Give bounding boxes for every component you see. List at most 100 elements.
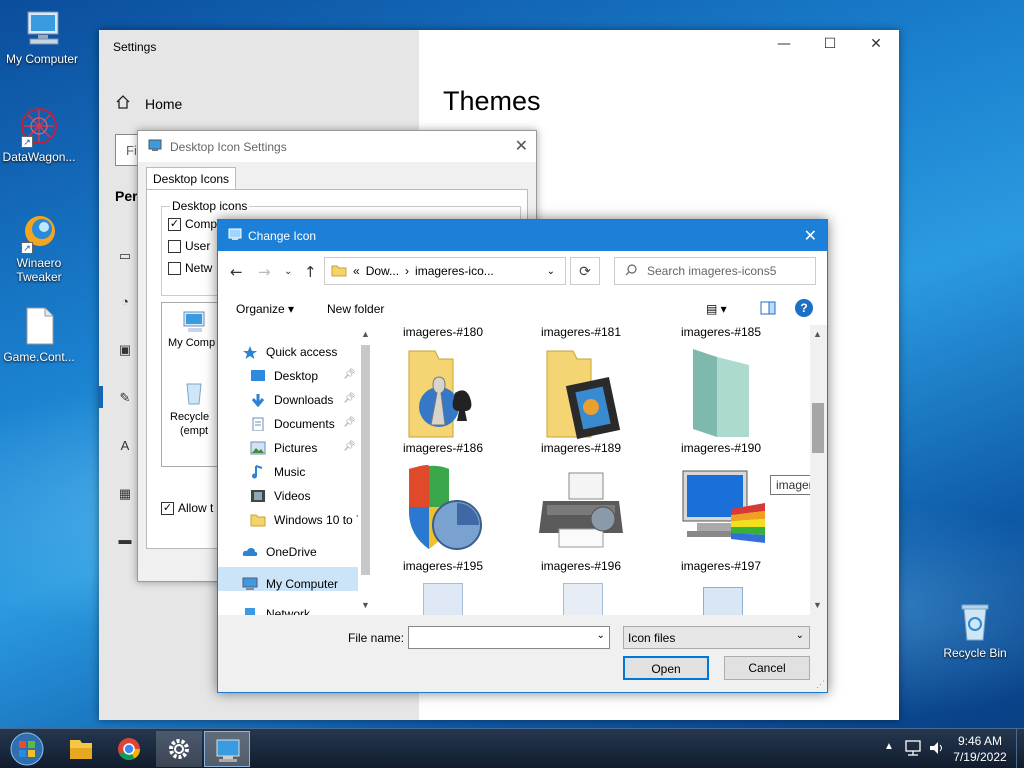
file-label-top[interactable]: imageres-#181 <box>521 325 641 339</box>
desktop-icon-game-cont[interactable]: Game.Cont... <box>0 306 81 364</box>
tree-item-pictures[interactable]: Pictures <box>250 441 317 455</box>
tree-item-documents[interactable]: Documents <box>250 417 335 432</box>
settings-taskbar-icon[interactable] <box>156 731 202 767</box>
overflow-breadcrumb[interactable]: « <box>353 264 360 278</box>
file-type-select[interactable]: Icon files ⌄ <box>623 626 810 649</box>
lock-screen-icon[interactable]: ▣ <box>115 342 135 358</box>
file-label: imageres-#197 <box>680 559 762 573</box>
chevron-down-icon[interactable]: ⌄ <box>597 630 605 641</box>
partial-file-icon[interactable] <box>703 587 743 615</box>
file-item[interactable]: imageres-#195 <box>383 463 503 573</box>
forward-arrow-icon[interactable]: → <box>258 263 271 281</box>
file-list-scrollbar[interactable]: ▲ ▼ <box>810 325 826 615</box>
scrollbar-thumb[interactable] <box>812 403 824 453</box>
scroll-up-icon[interactable]: ▲ <box>813 329 822 339</box>
tree-item-downloads[interactable]: Downloads <box>250 393 333 408</box>
help-icon[interactable]: ? <box>795 299 813 317</box>
tree-item-onedrive[interactable]: OneDrive <box>242 545 317 559</box>
desktop-icon-label: Winaero Tweaker <box>16 256 62 284</box>
chrome-icon[interactable] <box>106 731 152 767</box>
file-item[interactable]: imageres-#189 <box>521 345 641 455</box>
file-label-top[interactable]: imageres-#180 <box>383 325 503 339</box>
show-desktop-button[interactable] <box>1016 729 1024 768</box>
change-icon-taskbar-icon[interactable] <box>204 731 250 767</box>
checkbox-allow-themes[interactable]: ✓ Allow t <box>161 501 213 515</box>
close-button[interactable]: ✕ <box>515 136 528 156</box>
file-label-top[interactable]: imageres-#185 <box>661 325 781 339</box>
show-hidden-icons-icon[interactable]: ▲ <box>884 741 894 752</box>
clock-time: 9:46 AM <box>957 734 1003 748</box>
themes-icon[interactable]: ✎ <box>115 390 135 406</box>
file-explorer-icon[interactable] <box>58 731 104 767</box>
checkbox-network[interactable]: Netw <box>168 261 212 275</box>
scrollbar-thumb[interactable] <box>361 345 370 575</box>
file-item[interactable]: imageres-#196 <box>521 463 641 573</box>
tree-item-desktop[interactable]: Desktop <box>250 369 318 383</box>
tree-item-label: Windows 10 to 7 <box>274 513 363 527</box>
checkbox-computer[interactable]: ✓ Compu <box>168 217 224 231</box>
maximize-button[interactable]: ☐ <box>807 36 853 56</box>
taskbar-icon[interactable]: ▬ <box>115 532 135 548</box>
tree-item-network[interactable]: Network <box>242 607 310 615</box>
network-tray-icon[interactable] <box>904 739 922 760</box>
tab-desktop-icons[interactable]: Desktop Icons <box>146 167 237 190</box>
settings-home-link[interactable]: Home <box>115 94 182 113</box>
address-dropdown-icon[interactable]: ⌄ <box>547 266 555 277</box>
background-icon[interactable]: ▭ <box>115 248 135 264</box>
preview-pane-icon[interactable] <box>760 301 776 318</box>
close-button[interactable]: ✕ <box>853 36 899 56</box>
start-button[interactable] <box>4 731 50 767</box>
tree-item-music[interactable]: Music <box>250 465 305 479</box>
scroll-down-icon[interactable]: ▼ <box>361 600 370 610</box>
security-shield-icon <box>395 463 491 559</box>
preview-label: Recycle <box>170 411 210 423</box>
partial-file-icon[interactable] <box>423 583 463 615</box>
scroll-up-icon[interactable]: ▲ <box>361 329 370 339</box>
organize-menu[interactable]: Organize ▾ <box>236 302 294 316</box>
desktop-icon-recycle-bin[interactable]: Recycle Bin <box>933 602 1017 660</box>
folder-icon <box>331 263 347 280</box>
up-arrow-icon[interactable]: ↑ <box>304 263 317 281</box>
breadcrumb-downloads[interactable]: Dow... <box>366 264 399 278</box>
videos-icon <box>250 489 266 503</box>
start-icon[interactable]: ▦ <box>115 486 135 502</box>
minimize-button[interactable]: — <box>761 36 807 56</box>
desktop-icon-datawagon[interactable]: ↗ DataWagon... <box>0 106 81 164</box>
tree-item-videos[interactable]: Videos <box>250 489 310 503</box>
scroll-down-icon[interactable]: ▼ <box>813 600 822 610</box>
navigation-scrollbar[interactable]: ▲ ▼ <box>358 325 373 615</box>
desktop-icon-my-computer[interactable]: My Computer <box>0 8 84 66</box>
pin-icon: 📌︎ <box>343 369 356 380</box>
partial-file-icon[interactable] <box>563 583 603 615</box>
file-name-input[interactable]: ⌄ <box>408 626 610 649</box>
desktop-icon-winaero[interactable]: ↗ Winaero Tweaker <box>0 212 81 284</box>
system-clock[interactable]: 9:46 AM 7/19/2022 <box>950 733 1010 765</box>
search-input[interactable]: Search imageres-icons5 <box>614 257 816 285</box>
refresh-button[interactable]: ⟳ <box>570 257 600 285</box>
tree-item-my-computer[interactable]: My Computer <box>242 577 338 591</box>
fonts-icon[interactable]: A <box>115 438 135 454</box>
cancel-button[interactable]: Cancel <box>724 656 810 680</box>
resize-grip-icon[interactable]: ⋰ <box>816 679 825 690</box>
tree-item-quick-access[interactable]: Quick access <box>242 345 337 359</box>
colors-icon[interactable]: ◔ <box>115 294 135 310</box>
file-item[interactable]: imageres-#190 <box>661 345 781 455</box>
videos-folder-icon <box>533 345 629 441</box>
checkbox-user[interactable]: User <box>168 239 210 253</box>
close-button[interactable]: ✕ <box>804 226 817 246</box>
file-item[interactable]: imageres-#186 <box>383 345 503 455</box>
back-arrow-icon[interactable]: ← <box>230 263 243 281</box>
navigation-pane: Quick access Desktop Downloads Documents… <box>218 325 373 615</box>
settings-app-icon <box>148 138 162 155</box>
breadcrumb-current-folder[interactable]: imageres-ico... <box>415 264 494 278</box>
icon-preview-list[interactable]: My Comp Recycle (empt <box>161 302 221 467</box>
address-bar[interactable]: « Dow... › imageres-ico... ⌄ <box>324 257 566 285</box>
tree-item-label: My Computer <box>266 577 339 591</box>
open-button[interactable]: Open <box>623 656 709 680</box>
volume-icon[interactable] <box>928 739 946 760</box>
new-folder-button[interactable]: New folder <box>327 302 384 316</box>
recent-locations-chevron-icon[interactable]: ⌄ <box>284 266 292 277</box>
tree-item-windows-10-to-7[interactable]: Windows 10 to 7 <box>250 513 363 527</box>
view-options-icon[interactable]: ▤ ▾ <box>706 302 727 316</box>
file-item[interactable]: imageres-#197 <box>661 463 781 573</box>
